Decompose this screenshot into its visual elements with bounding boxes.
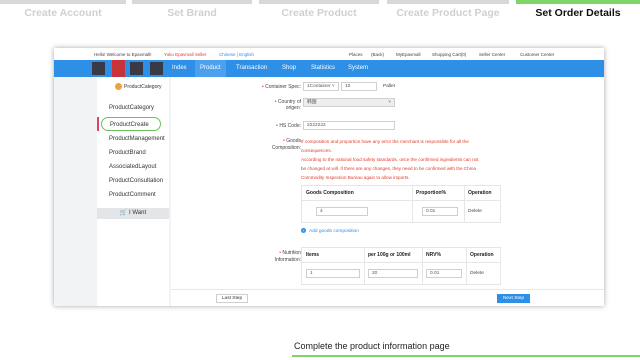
column-header: Items xyxy=(306,252,320,258)
per100-input[interactable]: 20 xyxy=(368,269,418,278)
top-link[interactable]: (Back) xyxy=(371,52,384,57)
column-divider xyxy=(464,186,465,222)
step-progress-bar xyxy=(516,0,640,4)
logo-block-icon xyxy=(112,60,125,77)
container-spec-label: • Container Spec: xyxy=(262,84,301,90)
next-step-button[interactable]: Next Step xyxy=(497,294,530,303)
steps-bar: Create Account Set Brand Create Product … xyxy=(0,0,640,24)
step-progress-bar xyxy=(259,0,379,4)
step-progress-bar xyxy=(0,0,126,4)
sidebar-item-product-consultation[interactable]: ProductConsultation xyxy=(109,178,163,184)
main-nav: Index Product Transaction Shop Statistic… xyxy=(54,60,604,77)
step-create-product-page: Create Product Page xyxy=(387,0,509,24)
product-form: • Container Spec: 1Container ˅ 10 Pallet… xyxy=(171,77,604,306)
top-link[interactable]: MyEpavmall xyxy=(396,52,421,57)
app-screenshot: Hello! Welcome to Epavmall! Yoko Epavmal… xyxy=(54,48,604,306)
top-link[interactable]: Customer Center xyxy=(520,52,554,57)
goods-composition-label: • Goods Composition: xyxy=(271,138,301,151)
delete-link[interactable]: Delete xyxy=(470,271,484,276)
column-header: Proportion% xyxy=(416,190,446,196)
composition-warning: If composition and proportion have any e… xyxy=(301,139,479,180)
step-label: Set Brand xyxy=(167,7,217,19)
caption-underline xyxy=(292,355,640,357)
active-marker xyxy=(97,117,99,131)
chevron-down-icon: ˅ xyxy=(388,100,391,105)
form-footer: Last Step Next Step xyxy=(171,289,604,306)
nrv-input[interactable]: 0.01 xyxy=(426,269,462,278)
sidebar-item-associated-layout[interactable]: AssociatedLayout xyxy=(109,164,156,170)
step-label: Create Product Page xyxy=(396,7,500,19)
step-caption: Complete the product information page xyxy=(294,341,450,351)
sidebar: ProductCategory ProductCategory ProductC… xyxy=(97,77,169,306)
chevron-down-icon: ˅ xyxy=(331,84,335,89)
logo-block-icon xyxy=(150,62,163,75)
nav-shop[interactable]: Shop xyxy=(282,65,296,71)
logo-block-icon xyxy=(92,62,105,75)
proportion-input[interactable]: 0.01 xyxy=(422,207,458,216)
column-header: per 100g or 100ml xyxy=(368,252,411,258)
column-divider xyxy=(364,248,365,284)
step-create-account: Create Account xyxy=(0,0,126,24)
column-header: NRV% xyxy=(426,252,441,258)
i-want-button[interactable]: 🛒 I Want xyxy=(97,208,169,219)
step-label: Set Order Details xyxy=(535,7,621,19)
top-link[interactable]: Seller Center xyxy=(479,52,505,57)
column-divider xyxy=(466,248,467,284)
column-header: Operation xyxy=(470,252,494,258)
step-create-product: Create Product xyxy=(259,0,379,24)
top-link[interactable]: Places xyxy=(349,52,363,57)
nav-index[interactable]: Index xyxy=(172,65,187,71)
step-set-order-details: Set Order Details xyxy=(516,0,640,24)
country-select[interactable]: 韩国 ˅ xyxy=(303,98,395,107)
cart-icon: 🛒 xyxy=(119,210,128,216)
nav-product[interactable]: Product xyxy=(195,60,226,77)
sidebar-item-product-category[interactable]: ProductCategory xyxy=(109,105,154,111)
hs-code-label: • HS Code: xyxy=(276,123,301,129)
composition-input[interactable]: 4 xyxy=(316,207,368,216)
step-label: Create Product xyxy=(281,7,357,19)
step-set-brand: Set Brand xyxy=(132,0,252,24)
step-label: Create Account xyxy=(24,7,102,19)
row-divider xyxy=(302,200,500,201)
column-divider xyxy=(412,186,413,222)
hs-code-input[interactable]: 2222222 xyxy=(303,121,395,130)
step-progress-bar xyxy=(387,0,509,4)
sidebar-header: ProductCategory xyxy=(97,81,169,95)
nav-statistics[interactable]: Statistics xyxy=(311,65,335,71)
nutrition-label: • Nutrition Information: xyxy=(274,250,301,263)
row-divider xyxy=(302,262,500,263)
category-icon xyxy=(115,83,122,90)
sidebar-item-product-create[interactable]: ProductCreate xyxy=(101,117,161,131)
container-unit-select[interactable]: 1Container ˅ xyxy=(303,82,339,91)
container-suffix: Pallet xyxy=(383,84,395,89)
step-progress-bar xyxy=(132,0,252,4)
last-step-button[interactable]: Last Step xyxy=(216,294,248,303)
plus-icon: + xyxy=(301,228,306,233)
nutrition-item-input[interactable]: 1 xyxy=(306,269,360,278)
top-link[interactable]: Shopping Cart(0) xyxy=(432,52,466,57)
sidebar-item-product-comment[interactable]: ProductComment xyxy=(109,192,156,198)
container-quantity-input[interactable]: 10 xyxy=(341,82,377,91)
composition-table: Goods Composition Proportion% Operation … xyxy=(301,185,501,223)
column-header: Operation xyxy=(468,190,492,196)
nav-transaction[interactable]: Transaction xyxy=(236,65,267,71)
sidebar-item-product-management[interactable]: ProductManagement xyxy=(109,136,165,142)
column-header: Goods Composition xyxy=(306,190,354,196)
language-switch[interactable]: Chinese | English xyxy=(219,52,254,57)
nutrition-table: Items per 100g or 100ml NRV% Operation 1… xyxy=(301,247,501,285)
delete-link[interactable]: Delete xyxy=(468,209,482,214)
column-divider xyxy=(422,248,423,284)
welcome-text: Hello! Welcome to Epavmall! xyxy=(94,52,152,57)
top-strip: Hello! Welcome to Epavmall! Yoko Epavmal… xyxy=(54,48,604,60)
nav-system[interactable]: System xyxy=(348,65,368,71)
country-label: • Country of origen: xyxy=(274,99,301,111)
add-composition-link[interactable]: + Add goods composition xyxy=(301,228,359,234)
logo-block-icon xyxy=(130,62,143,75)
sidebar-item-product-brand[interactable]: ProductBrand xyxy=(109,150,146,156)
seller-link[interactable]: Yoko Epavmall Seller xyxy=(164,52,206,57)
